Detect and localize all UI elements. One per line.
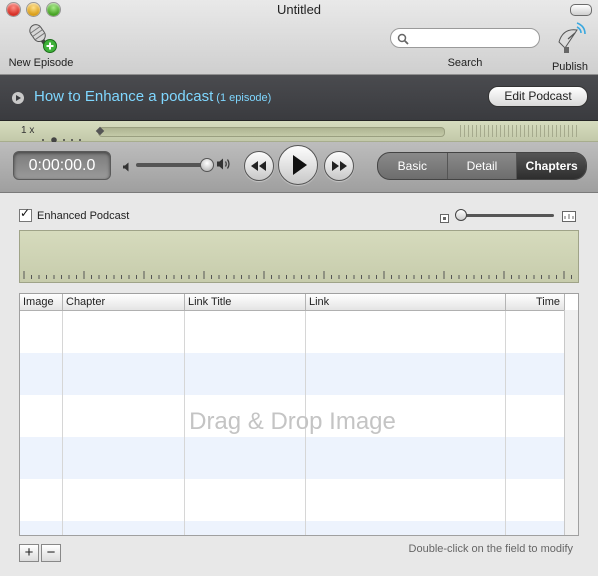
podcast-header: How to Enhance a podcast (1 episode) Edit… (0, 75, 598, 121)
column-header-link[interactable]: Link (306, 294, 506, 310)
playback-speed-label: 1 x (21, 125, 35, 136)
toolbar-toggle-button[interactable] (570, 4, 592, 16)
add-chapter-button[interactable]: + (19, 544, 39, 562)
column-header-image[interactable]: Image (20, 294, 63, 310)
table-header: Image Chapter Link Title Link Time (20, 294, 565, 311)
toolbar: Untitled New Episode Search Publish (0, 0, 598, 75)
play-button[interactable] (278, 145, 318, 185)
column-header-chapter[interactable]: Chapter (63, 294, 185, 310)
search-icon (397, 32, 409, 50)
table-row[interactable] (20, 437, 565, 479)
remove-chapter-button[interactable]: − (41, 544, 61, 562)
time-display: 0:00:00.0 (13, 151, 111, 180)
volume-slider[interactable] (136, 163, 208, 167)
microphone-add-icon (23, 22, 59, 54)
transport-bar: 0:00:00.0 Basic Detail Chapters (0, 142, 598, 193)
search-input[interactable] (390, 28, 540, 48)
tab-basic[interactable]: Basic (378, 153, 447, 179)
new-episode-label: New Episode (8, 57, 74, 69)
rewind-button[interactable] (244, 151, 274, 181)
rewind-icon (251, 161, 266, 171)
enhanced-podcast-checkbox[interactable] (19, 206, 32, 222)
play-icon (293, 155, 307, 175)
waveform-time-ruler (23, 271, 572, 279)
table-scrollbar[interactable] (564, 310, 578, 535)
edit-podcast-button[interactable]: Edit Podcast (488, 86, 588, 107)
table-row[interactable] (20, 479, 565, 521)
new-episode-button[interactable]: New Episode (4, 22, 78, 72)
volume-high-icon (216, 157, 232, 176)
publish-label: Publish (551, 61, 589, 73)
table-row[interactable] (20, 311, 565, 353)
podcast-title-text: How to Enhance a podcast (34, 88, 214, 105)
chapters-panel: Enhanced Podcast Image Chapter Link Titl… (0, 193, 598, 576)
fast-forward-icon (332, 161, 347, 171)
window-title: Untitled (276, 2, 322, 17)
edit-hint-text: Double-click on the field to modify (408, 543, 573, 555)
drag-drop-image-hint: Drag & Drop Image (189, 408, 396, 435)
timeline-strip: 1 x (0, 121, 598, 143)
disclosure-triangle-icon[interactable] (12, 92, 24, 104)
chapter-waveform-track[interactable] (19, 230, 579, 283)
column-header-link-title[interactable]: Link Title (185, 294, 306, 310)
volume-low-icon (122, 159, 132, 177)
podcast-title: How to Enhance a podcast (1 episode) (34, 88, 271, 105)
table-row[interactable] (20, 353, 565, 395)
enhanced-podcast-option[interactable]: Enhanced Podcast (19, 206, 130, 222)
waveform-zoom-slider[interactable] (458, 214, 554, 217)
waveform-zoom-thumb[interactable] (455, 209, 467, 221)
tab-chapters[interactable]: Chapters (516, 153, 586, 179)
episode-count: (1 episode) (216, 92, 272, 104)
column-header-time[interactable]: Time (506, 294, 565, 310)
table-row[interactable] (20, 521, 565, 535)
publish-button[interactable]: Publish (546, 22, 594, 73)
view-segmented-control: Basic Detail Chapters (377, 152, 587, 180)
chapters-table: Image Chapter Link Title Link Time Drag … (19, 293, 579, 536)
search-area: Search (390, 28, 540, 69)
playback-progress-bar[interactable] (95, 126, 445, 137)
zoom-out-icon (440, 210, 449, 228)
overview-waveform (460, 125, 578, 137)
satellite-dish-icon (553, 22, 587, 58)
fast-forward-button[interactable] (324, 151, 354, 181)
enhanced-podcast-label: Enhanced Podcast (37, 209, 130, 222)
tab-detail[interactable]: Detail (446, 153, 517, 179)
search-label: Search (447, 57, 483, 69)
zoom-in-icon (562, 209, 576, 227)
playhead-handle[interactable] (95, 126, 105, 136)
volume-slider-thumb[interactable] (200, 158, 214, 172)
